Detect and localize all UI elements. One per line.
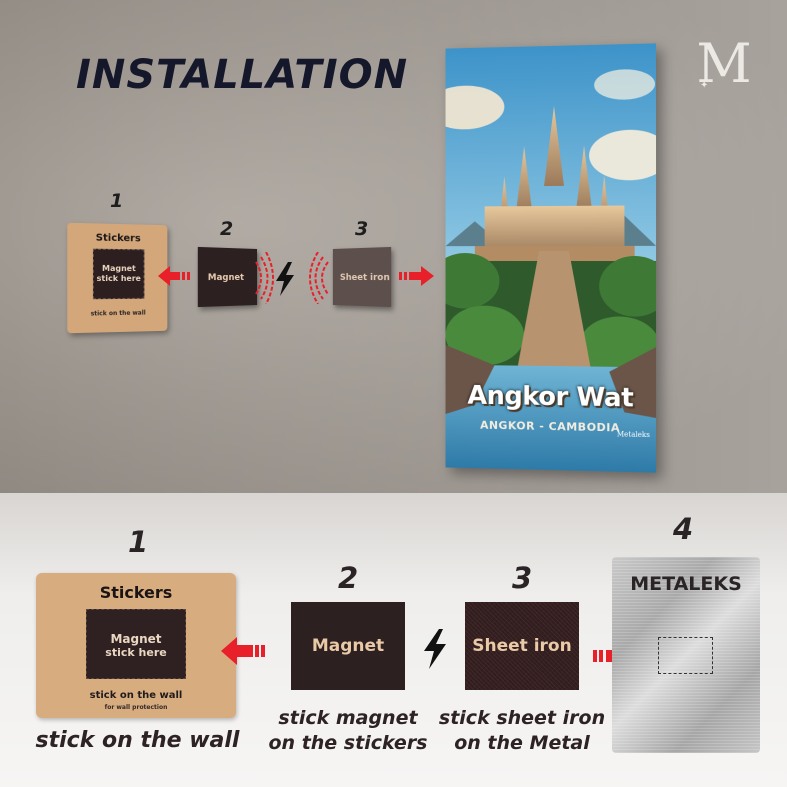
bottom-lightning-icon [424, 629, 446, 669]
bottom-step-2-number: 2 [338, 561, 359, 595]
bottom-sticker-line2: stick here [105, 646, 167, 659]
brand-logo-icon: M ✦ [696, 32, 751, 92]
top-sticker-line1: Magnet [102, 263, 136, 274]
top-step-2-number: 2 [220, 218, 234, 240]
top-step-3-number: 3 [355, 218, 369, 240]
top-step-1-number: 1 [110, 190, 124, 212]
svg-text:✦: ✦ [700, 80, 708, 91]
bottom-sticker-card: Stickers Magnet stick here stick on the … [36, 573, 236, 718]
top-arrow-left-icon [158, 266, 190, 286]
top-sticker-line2: stick here [96, 273, 141, 284]
bottom-step-3-number: 3 [512, 561, 533, 595]
bottom-sticker-note: for wall protection [104, 704, 168, 711]
top-sticker-magnet-area: Magnet stick here [92, 248, 145, 300]
page-title: INSTALLATION [76, 52, 409, 98]
poster-artwork: Angkor Wat ANGKOR - CAMBODIA Metaleks [445, 43, 657, 473]
top-magnet-label: Magnet [207, 272, 244, 284]
top-sheet-iron-card: Sheet iron [332, 246, 392, 308]
bottom-sticker-title: Stickers [99, 583, 173, 602]
bottom-magnet-card: Magnet [291, 602, 405, 690]
top-sticker-foot: stick on the wall [90, 309, 146, 318]
caption-step-2: stick magnet on the stickers [262, 706, 434, 756]
top-lightning-icon [276, 262, 294, 296]
top-iron-label: Sheet iron [339, 272, 390, 284]
top-sticker-card: Stickers Magnet stick here stick on the … [67, 222, 168, 334]
bottom-sticker-line1: Magnet [110, 632, 162, 646]
bottom-magnet-label: Magnet [311, 636, 385, 656]
caption-step-2-line2: on the stickers [268, 732, 428, 754]
caption-step-2-line1: stick magnet [278, 707, 418, 729]
poster-title: Angkor Wat [467, 380, 634, 414]
poster-brand: Metaleks [616, 430, 650, 440]
bottom-iron-label: Sheet iron [472, 636, 572, 656]
caption-step-1: stick on the wall [35, 728, 240, 753]
caption-step-3: stick sheet iron on the Metal [436, 706, 608, 756]
bottom-metal-panel: METALEKS [612, 557, 760, 753]
bottom-arrow-left-icon [221, 637, 265, 665]
bottom-sticker-magnet-area: Magnet stick here [86, 609, 186, 679]
caption-step-3-line2: on the Metal [454, 732, 590, 754]
top-magnet-waves-icon [255, 252, 274, 304]
caption-step-3-line1: stick sheet iron [438, 707, 606, 729]
top-iron-waves-icon [309, 252, 329, 304]
bottom-metal-target-area [658, 637, 713, 674]
bottom-sheet-iron-card: Sheet iron [465, 602, 579, 690]
bottom-sticker-foot: stick on the wall [89, 690, 183, 701]
top-magnet-card: Magnet [197, 246, 258, 308]
bottom-metal-label: METALEKS [630, 573, 742, 595]
top-arrow-right-icon [399, 266, 434, 286]
bottom-step-1-number: 1 [128, 525, 149, 559]
bottom-step-4-number: 4 [673, 512, 694, 546]
top-sticker-title: Stickers [95, 232, 141, 245]
